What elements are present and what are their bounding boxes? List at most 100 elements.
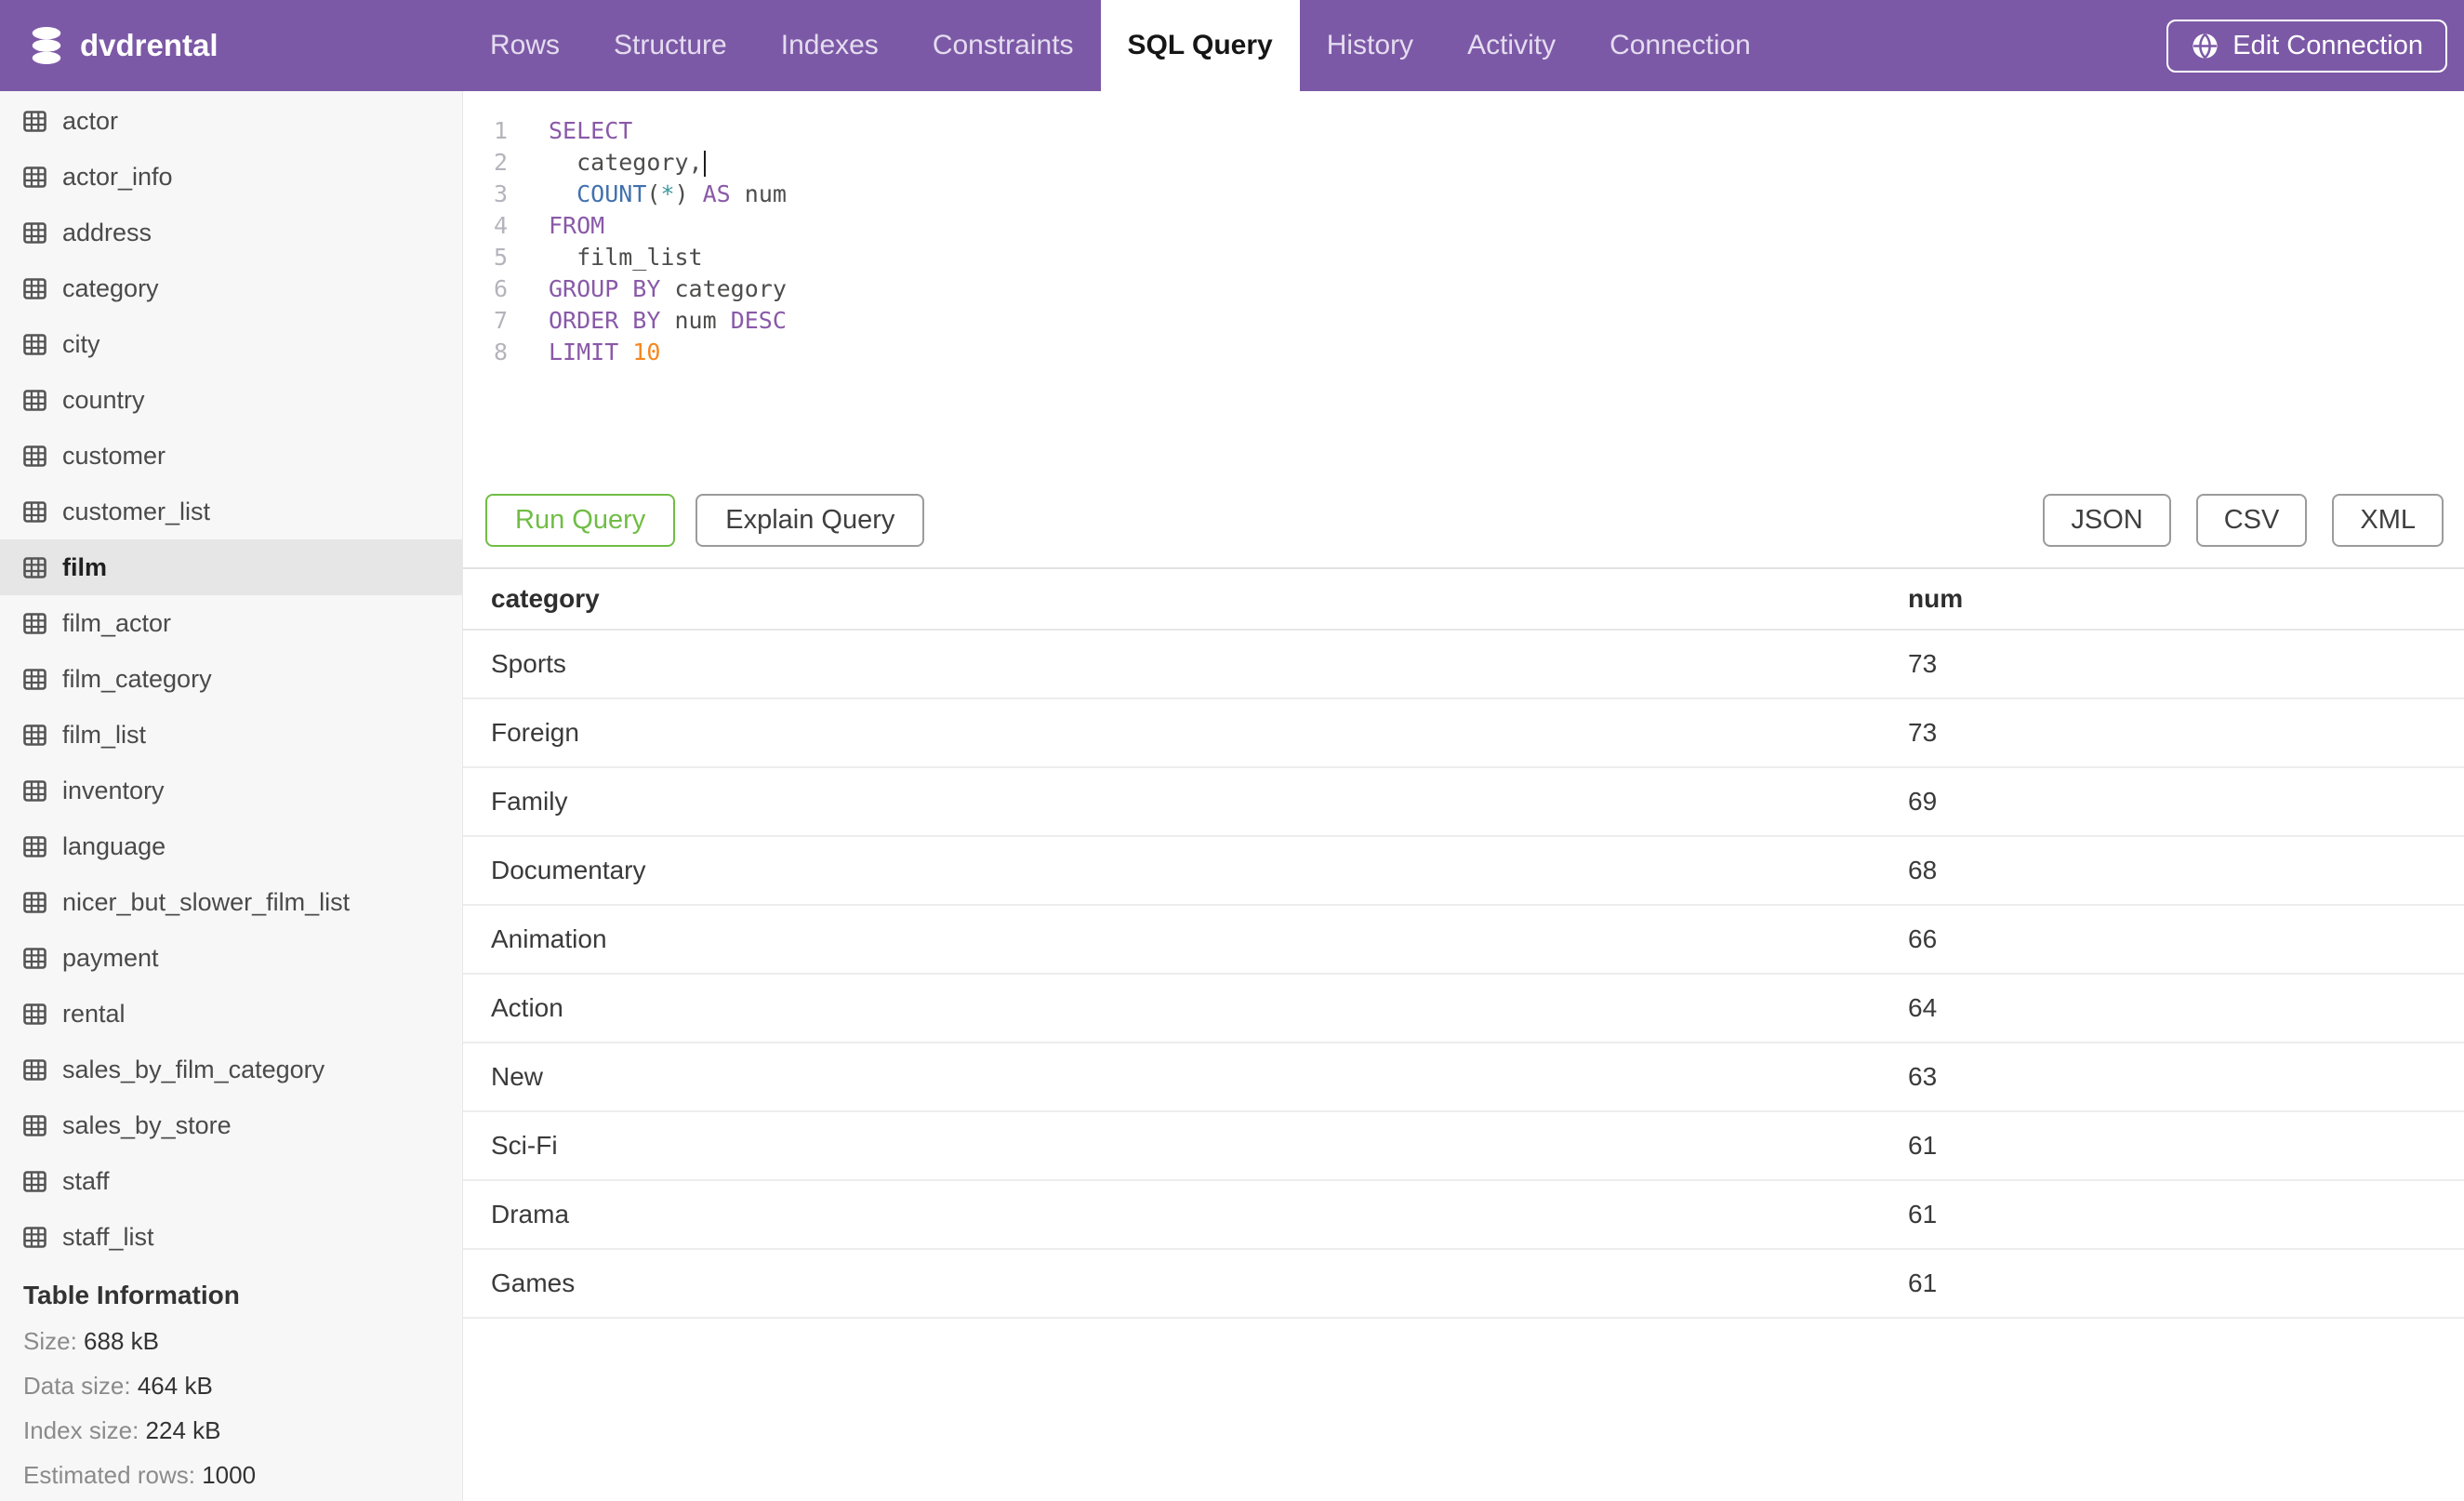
editor-line: 3 COUNT(*) AS num — [463, 179, 2464, 210]
export-json-button[interactable]: JSON — [2043, 494, 2171, 547]
cell-num: 69 — [1880, 767, 2464, 837]
sidebar-item-category[interactable]: category — [0, 260, 462, 316]
table-name: category — [62, 273, 159, 302]
cell-category: New — [463, 1043, 1880, 1112]
table-icon — [23, 166, 46, 188]
table-row[interactable]: Drama 61 — [463, 1180, 2464, 1250]
table-row[interactable]: Family 69 — [463, 767, 2464, 837]
editor-line: 6 GROUP BY category — [463, 273, 2464, 305]
editor-line: 7 ORDER BY num DESC — [463, 305, 2464, 337]
sql-token: num — [660, 307, 731, 334]
table-name: rental — [62, 999, 126, 1028]
table-row[interactable]: Foreign 73 — [463, 698, 2464, 768]
tables-list: actor actor_info address category city countr… — [0, 91, 462, 1265]
sidebar-item-film[interactable]: film — [0, 539, 462, 595]
sidebar-item-city[interactable]: city — [0, 316, 462, 372]
table-icon — [23, 1226, 46, 1248]
table-name: staff_list — [62, 1222, 154, 1251]
sql-token: * — [660, 180, 675, 207]
sidebar-item-address[interactable]: address — [0, 205, 462, 260]
results-container: category num Sports 73 Foreign 73 Family 69 Doc… — [463, 569, 2464, 1319]
run-query-button[interactable]: Run Query — [485, 494, 676, 547]
table-row[interactable]: New 63 — [463, 1043, 2464, 1112]
table-row[interactable]: Animation 66 — [463, 905, 2464, 975]
text-cursor — [703, 151, 706, 177]
sidebar-item-actor[interactable]: actor — [0, 93, 462, 149]
sidebar-item-film_list[interactable]: film_list — [0, 707, 462, 763]
table-information-heading: Table Information — [23, 1281, 240, 1309]
results-header-row: category num — [463, 569, 2464, 631]
explain-query-button[interactable]: Explain Query — [695, 494, 925, 547]
line-number: 7 — [493, 307, 508, 334]
table-icon — [23, 947, 46, 969]
info-label: Size: — [23, 1327, 77, 1355]
table-icon — [23, 1003, 46, 1025]
code-text: ORDER BY num DESC — [508, 305, 787, 337]
table-name: customer_list — [62, 497, 211, 525]
code-text: SELECT — [508, 115, 632, 147]
line-number: 5 — [493, 244, 508, 271]
tab-activity[interactable]: Activity — [1440, 0, 1583, 91]
editor-line: 4 FROM — [463, 210, 2464, 242]
sidebar: actor actor_info address category city countr… — [0, 91, 463, 1501]
cell-num: 73 — [1880, 698, 2464, 768]
sidebar-item-film_category[interactable]: film_category — [0, 651, 462, 707]
sql-token: ( — [646, 180, 661, 207]
edit-connection-button[interactable]: Edit Connection — [2166, 20, 2447, 73]
table-icon — [23, 500, 46, 523]
table-icon — [23, 445, 46, 467]
sidebar-item-sales_by_store[interactable]: sales_by_store — [0, 1097, 462, 1153]
sidebar-item-sales_by_film_category[interactable]: sales_by_film_category — [0, 1042, 462, 1097]
table-row[interactable]: Sports 73 — [463, 630, 2464, 699]
table-name: customer — [62, 441, 166, 470]
table-info-row: Data size: 464 kB — [0, 1363, 462, 1408]
table-row[interactable]: Action 64 — [463, 974, 2464, 1043]
header-bar: dvdrental Rows Structure Indexes Constraint… — [0, 0, 2464, 91]
sidebar-item-film_actor[interactable]: film_actor — [0, 595, 462, 651]
database-name: dvdrental — [80, 28, 219, 62]
tab-indexes[interactable]: Indexes — [754, 0, 906, 91]
tab-sql-query[interactable]: SQL Query — [1100, 0, 1300, 91]
export-xml-button[interactable]: XML — [2332, 494, 2444, 547]
table-icon — [23, 277, 46, 299]
export-buttons: JSON CSV XML — [2043, 494, 2444, 547]
sql-token: LIMIT — [549, 339, 619, 365]
cell-category: Animation — [463, 905, 1880, 975]
tab-history[interactable]: History — [1300, 0, 1440, 91]
line-number: 3 — [493, 180, 508, 207]
sidebar-item-country[interactable]: country — [0, 372, 462, 428]
sidebar-item-rental[interactable]: rental — [0, 986, 462, 1042]
table-icon — [23, 556, 46, 578]
table-name: language — [62, 831, 166, 860]
cell-num: 61 — [1880, 1111, 2464, 1181]
table-name: film_list — [62, 720, 147, 749]
info-value: 1000 — [202, 1461, 257, 1489]
sql-editor[interactable]: 1 SELECT 2 category, 3 COUNT(*) AS num 4 FROM… — [463, 91, 2464, 368]
table-row[interactable]: Documentary 68 — [463, 836, 2464, 906]
sidebar-item-customer[interactable]: customer — [0, 428, 462, 484]
tab-connection[interactable]: Connection — [1583, 0, 1778, 91]
sidebar-item-staff[interactable]: staff — [0, 1153, 462, 1209]
line-number: 2 — [493, 149, 508, 176]
sidebar-item-actor_info[interactable]: actor_info — [0, 149, 462, 205]
sidebar-item-payment[interactable]: payment — [0, 930, 462, 986]
table-icon — [23, 333, 46, 355]
tab-rows[interactable]: Rows — [463, 0, 587, 91]
table-row[interactable]: Games 61 — [463, 1249, 2464, 1319]
table-icon — [23, 1114, 46, 1136]
cell-num: 66 — [1880, 905, 2464, 975]
sql-token: GROUP BY — [549, 275, 661, 302]
sidebar-item-language[interactable]: language — [0, 818, 462, 874]
tab-structure[interactable]: Structure — [587, 0, 754, 91]
info-value: 224 kB — [145, 1416, 221, 1444]
export-csv-button[interactable]: CSV — [2195, 494, 2308, 547]
sidebar-item-customer_list[interactable]: customer_list — [0, 484, 462, 539]
sidebar-item-staff_list[interactable]: staff_list — [0, 1209, 462, 1265]
tab-constraints[interactable]: Constraints — [906, 0, 1101, 91]
sidebar-item-nicer_but_slower_film_list[interactable]: nicer_but_slower_film_list — [0, 874, 462, 930]
sidebar-item-inventory[interactable]: inventory — [0, 763, 462, 818]
cell-category: Foreign — [463, 698, 1880, 768]
editor-line: 5 film_list — [463, 242, 2464, 273]
table-row[interactable]: Sci-Fi 61 — [463, 1111, 2464, 1181]
